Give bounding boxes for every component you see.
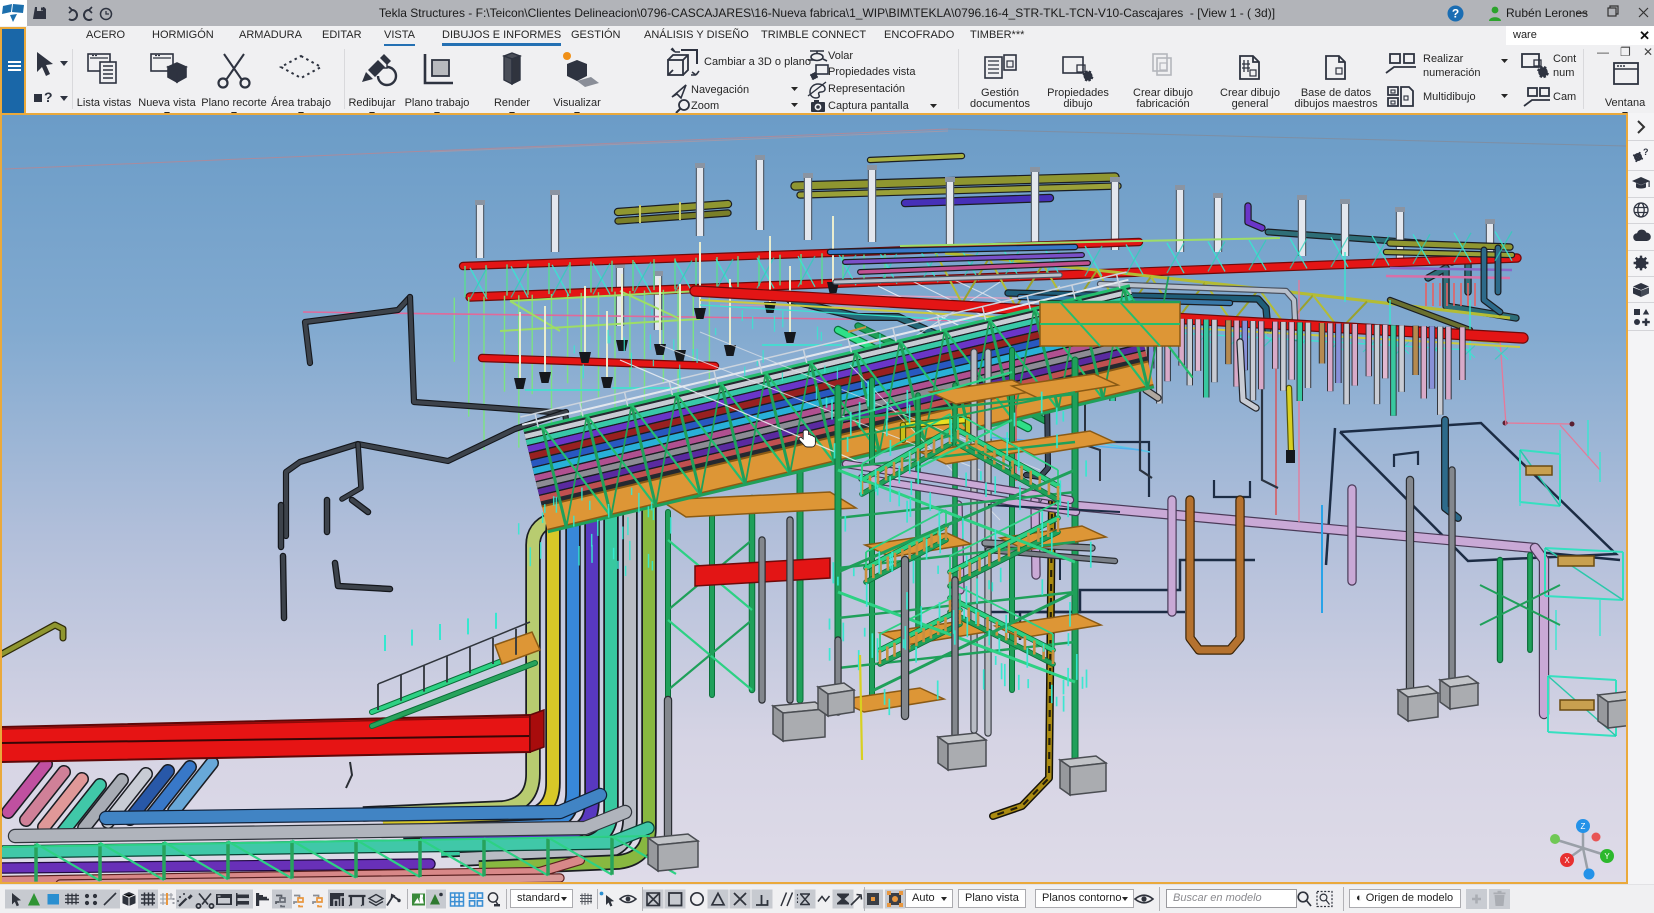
svg-text:Y: Y (1604, 852, 1610, 861)
svg-text:?: ? (1643, 147, 1649, 157)
svg-text:Z: Z (1581, 822, 1586, 831)
svg-text:?: ? (1452, 7, 1459, 21)
svg-text:X: X (1564, 856, 1570, 865)
